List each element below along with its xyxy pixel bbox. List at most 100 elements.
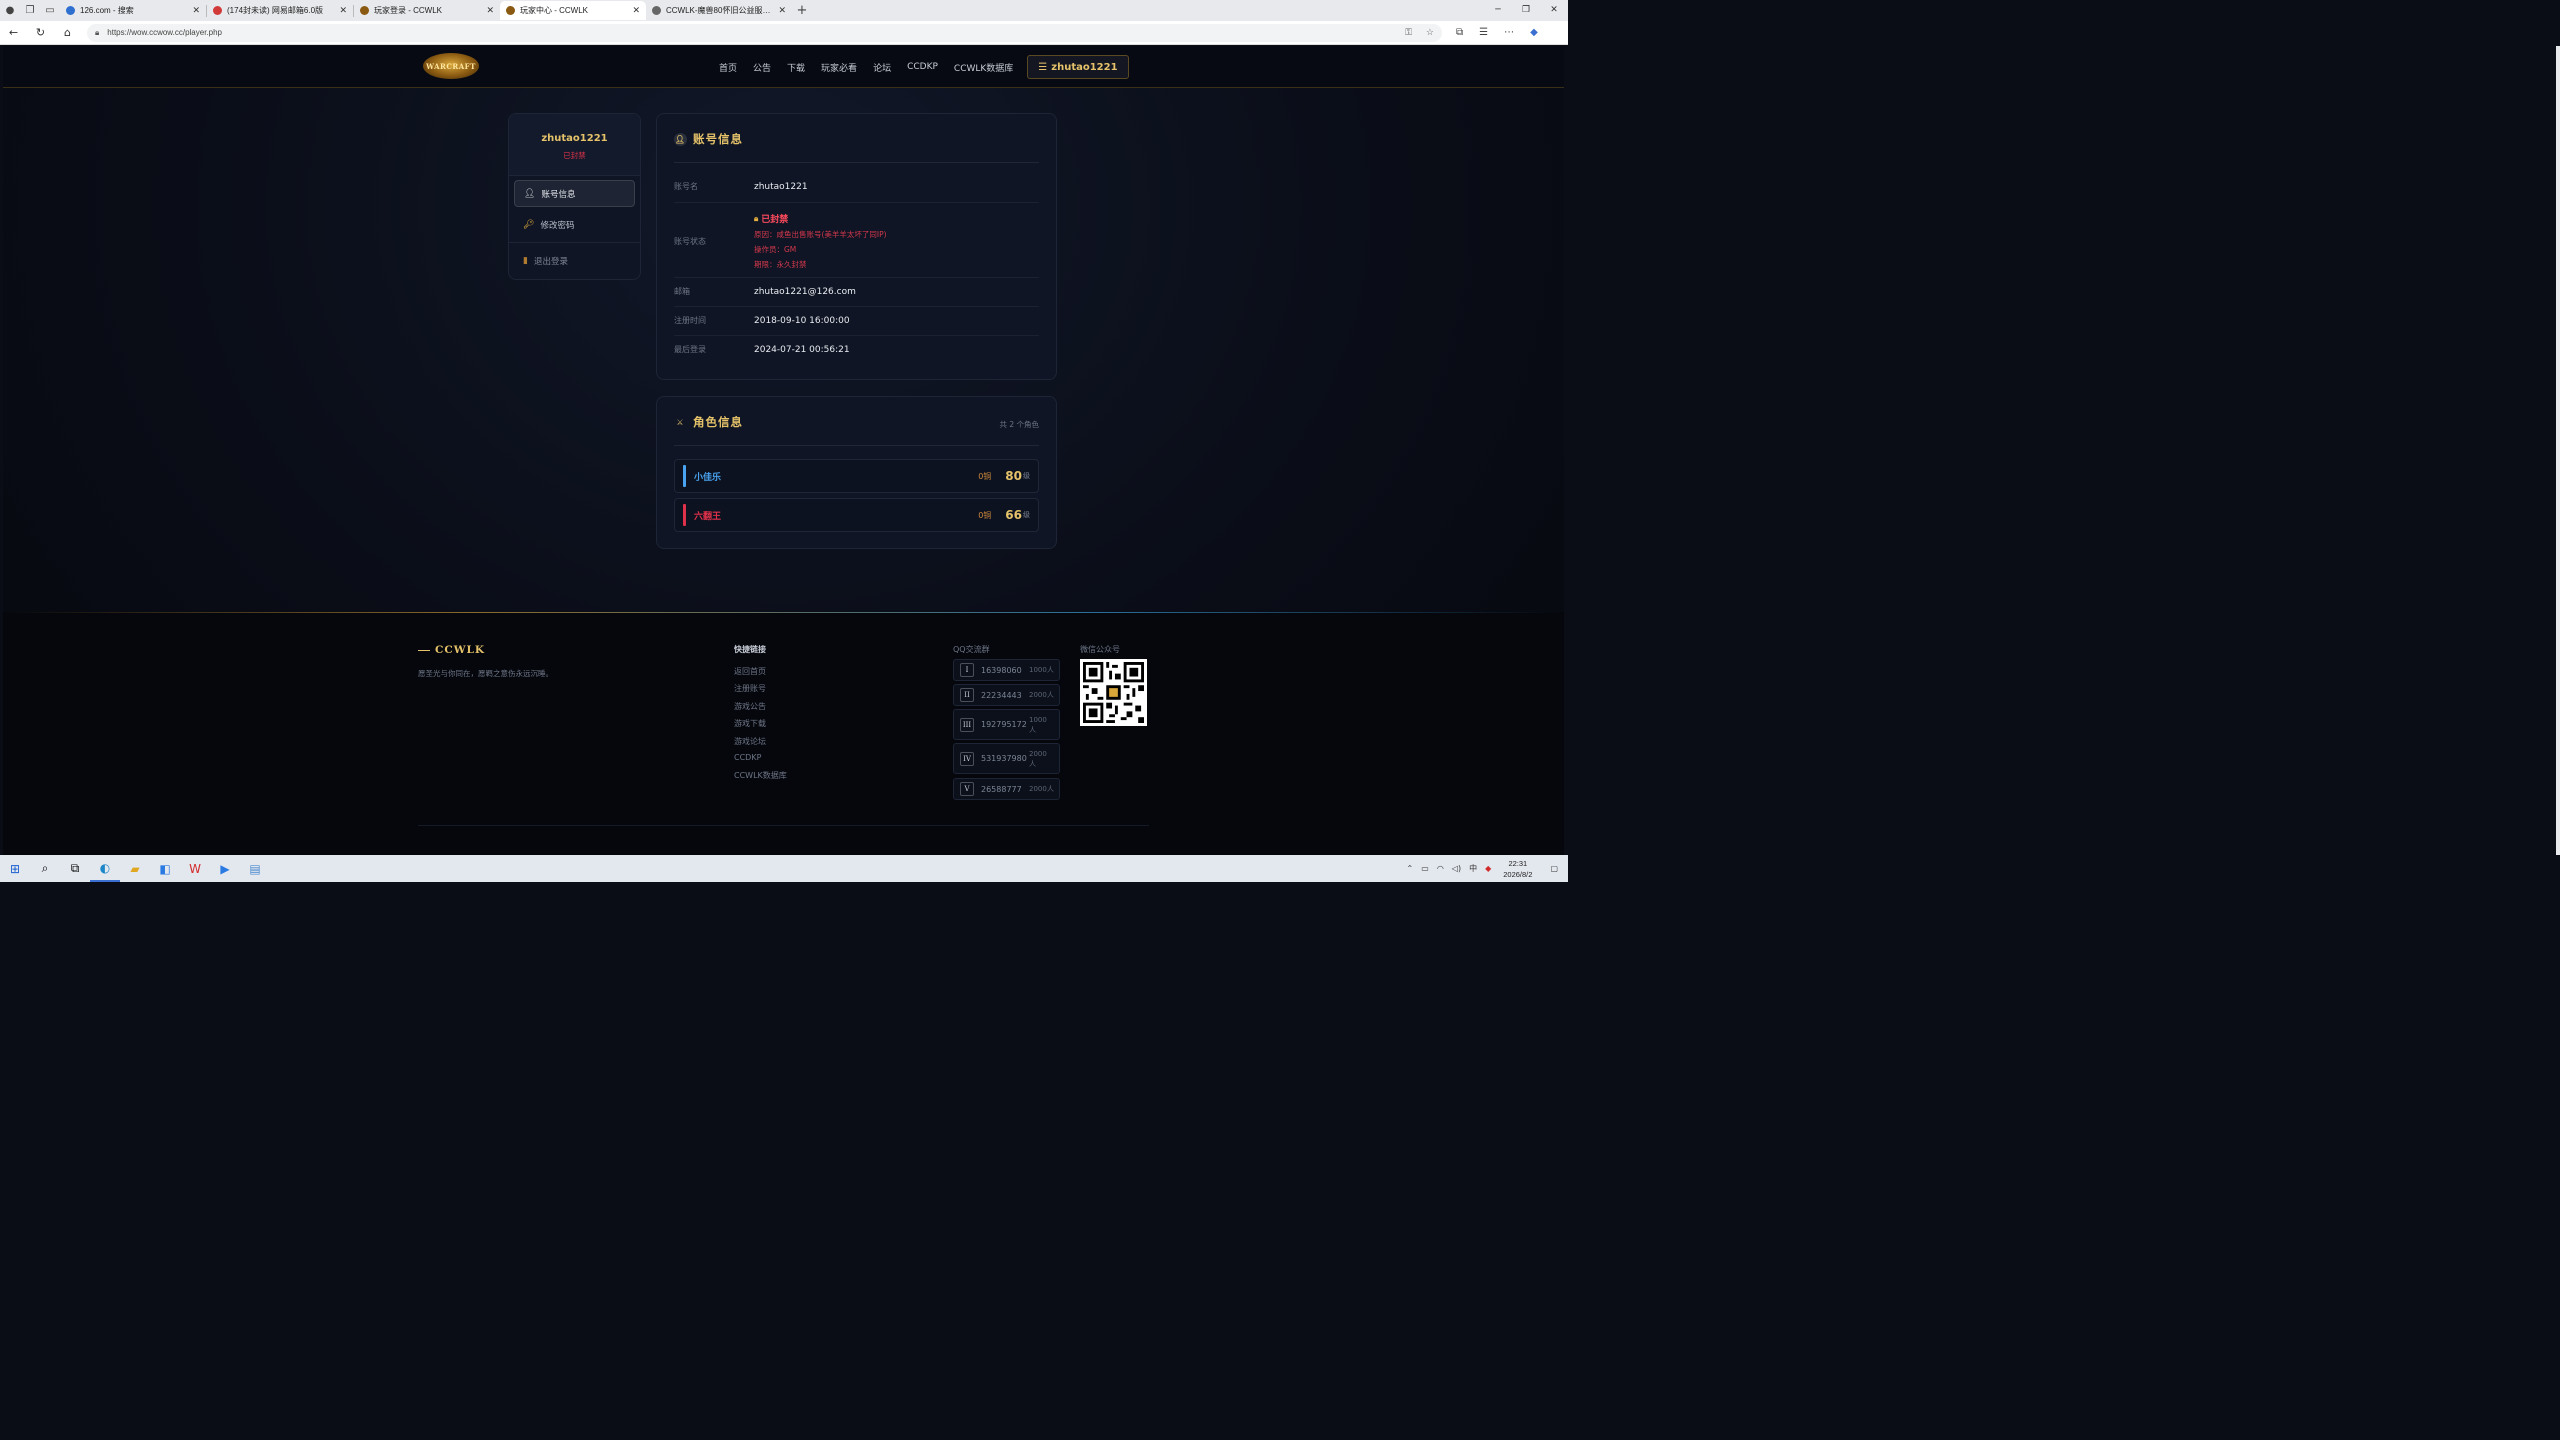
battery-icon[interactable]: ▭: [1421, 864, 1429, 873]
tab-title: CCWLK-魔兽80怀旧公益服论坛 -: [666, 6, 775, 15]
qq-group-capacity: 2000人: [1029, 691, 1054, 699]
character-row[interactable]: 六翻王 0铜 66 级: [674, 498, 1039, 532]
home-icon[interactable]: ⌂: [54, 26, 81, 39]
level-unit: 级: [1023, 472, 1030, 480]
footer-link-database[interactable]: CCWLK数据库: [734, 770, 787, 787]
refresh-icon[interactable]: ↻: [27, 26, 54, 39]
qq-group-item[interactable]: II 22234443 2000人: [953, 684, 1060, 706]
nav-must-read[interactable]: 玩家必看: [821, 61, 857, 74]
copilot-icon[interactable]: ◆: [1530, 27, 1538, 38]
browser-tab[interactable]: (174封未读) 网易邮箱6.0版 ✕: [207, 1, 353, 20]
vertical-tabs-icon[interactable]: ▭: [40, 1, 60, 21]
qq-group-item[interactable]: I 16398060 1000人: [953, 659, 1060, 681]
favorites-icon[interactable]: ☰: [1479, 27, 1488, 38]
character-row[interactable]: 小佳乐 0铜 80 级: [674, 459, 1039, 493]
tab-title: (174封未读) 网易邮箱6.0版: [227, 6, 324, 15]
nav-ccdkp[interactable]: CCDKP: [907, 62, 938, 72]
start-icon[interactable]: ⊞: [0, 855, 30, 882]
sidebar-status: 已封禁: [563, 151, 586, 160]
site-logo[interactable]: WARCRAFT: [423, 53, 479, 79]
characters-title: 角色信息: [693, 415, 743, 429]
label: 账号名: [674, 182, 698, 191]
value: zhutao1221@126.com: [754, 286, 856, 297]
volume-icon[interactable]: ◁): [1452, 864, 1461, 873]
qq-group-capacity: 2000人: [1029, 785, 1054, 793]
close-tab-icon[interactable]: ✕: [778, 5, 786, 16]
qq-group-item[interactable]: V 26588777 2000人: [953, 778, 1060, 800]
class-color-bar: [683, 504, 686, 526]
close-tab-icon[interactable]: ✕: [486, 5, 494, 16]
minimize-icon[interactable]: ─: [1484, 0, 1512, 21]
footer-link-announcements[interactable]: 游戏公告: [734, 701, 787, 718]
close-tab-icon[interactable]: ✕: [192, 5, 200, 16]
app-window-icon[interactable]: ▤: [240, 855, 270, 882]
ban-title-text: 已封禁: [761, 215, 789, 225]
value: 2018-09-10 16:00:00: [754, 315, 850, 326]
qq-group-id: 16398060: [981, 665, 1022, 675]
ime-icon[interactable]: 中: [1469, 863, 1477, 874]
level-unit: 级: [1023, 511, 1030, 519]
nav-home[interactable]: 首页: [719, 61, 737, 74]
clock[interactable]: 22:31 2026/8/2: [1503, 858, 1532, 880]
footer-link-download[interactable]: 游戏下载: [734, 718, 787, 735]
close-window-icon[interactable]: ✕: [1540, 0, 1568, 21]
browser-tab-active[interactable]: 玩家中心 - CCWLK ✕: [500, 1, 646, 20]
close-tab-icon[interactable]: ✕: [632, 5, 640, 16]
wifi-icon[interactable]: ◠: [1437, 864, 1444, 873]
notification-icon[interactable]: ▢: [1550, 864, 1558, 873]
divider: [674, 202, 1039, 203]
nav-database[interactable]: CCWLK数据库: [954, 61, 1013, 74]
card-title: ⚔ 角色信息: [674, 414, 743, 430]
qq-group-id: 192795172: [981, 720, 1027, 729]
edge-browser-icon[interactable]: ◐: [90, 855, 120, 882]
footer-link-ccdkp[interactable]: CCDKP: [734, 753, 787, 770]
close-tab-icon[interactable]: ✕: [339, 5, 347, 16]
file-explorer-icon[interactable]: ▰: [120, 855, 150, 882]
player-sidebar: zhutao1221 已封禁 👤︎ 账号信息 🔑︎ 修改密码 ▮ 退出登录: [508, 113, 641, 280]
user-menu-label: zhutao1221: [1051, 61, 1118, 73]
url-input[interactable]: 🔒︎ https://wow.ccwow.cc/player.php ⚿ ☆: [87, 23, 1442, 42]
profile-icon[interactable]: ●: [0, 1, 20, 21]
browser-tab[interactable]: CCWLK-魔兽80怀旧公益服论坛 - ✕: [646, 1, 792, 20]
back-icon[interactable]: ←: [0, 26, 27, 39]
wps-icon[interactable]: W: [180, 855, 210, 882]
extensions-icon[interactable]: ⧉: [1456, 27, 1463, 38]
qq-group-item[interactable]: IV 531937980 2000人: [953, 743, 1060, 774]
sidebar-item-account-info[interactable]: 👤︎ 账号信息: [514, 180, 635, 207]
sidebar-header: zhutao1221 已封禁: [509, 114, 640, 176]
character-gold: 0铜: [978, 471, 992, 481]
user-menu-button[interactable]: ☰ zhutao1221: [1027, 55, 1129, 79]
sidebar-item-change-password[interactable]: 🔑︎ 修改密码: [514, 211, 635, 238]
task-view-icon[interactable]: ⧉: [60, 855, 90, 882]
collections-icon[interactable]: ❐: [20, 1, 40, 21]
sidebar-username: zhutao1221: [541, 133, 608, 144]
security-icon[interactable]: ◆: [1485, 864, 1491, 873]
key-icon[interactable]: ⚿: [1405, 27, 1412, 38]
divider: [509, 242, 640, 243]
footer-link-register[interactable]: 注册账号: [734, 683, 787, 700]
search-icon[interactable]: ⌕: [30, 855, 60, 882]
ban-term: 期限：永久封禁: [754, 260, 807, 269]
tab-favicon-icon: [360, 6, 369, 15]
qr-code-icon: [1083, 662, 1144, 723]
new-tab-icon[interactable]: +: [792, 1, 812, 21]
sidebar-item-logout[interactable]: ▮ 退出登录: [514, 247, 635, 274]
app-icon[interactable]: ◧: [150, 855, 180, 882]
ban-reason: 原因：咸鱼出售账号(美羊羊太坏了同IP): [754, 230, 887, 239]
footer-link-home[interactable]: 返回首页: [734, 666, 787, 683]
browser-tab[interactable]: 126.com - 搜索 ✕: [60, 1, 206, 20]
page: WARCRAFT 首页 公告 下载 玩家必看 论坛 CCDKP CCWLK数据库…: [3, 46, 1564, 855]
page-scrollbar[interactable]: [2556, 46, 2560, 855]
qq-group-item[interactable]: III 192795172 1000人: [953, 709, 1060, 740]
nav-announcements[interactable]: 公告: [753, 61, 771, 74]
media-player-icon[interactable]: ▶: [210, 855, 240, 882]
window-controls: ─ ❐ ✕: [1484, 0, 1568, 21]
nav-download[interactable]: 下载: [787, 61, 805, 74]
chevron-up-icon[interactable]: ⌃: [1407, 864, 1414, 873]
more-icon[interactable]: ⋯: [1504, 27, 1514, 38]
browser-tab[interactable]: 玩家登录 - CCWLK ✕: [354, 1, 500, 20]
nav-forum[interactable]: 论坛: [873, 61, 891, 74]
star-icon[interactable]: ☆: [1426, 27, 1434, 38]
footer-link-forum[interactable]: 游戏论坛: [734, 736, 787, 753]
restore-icon[interactable]: ❐: [1512, 0, 1540, 21]
